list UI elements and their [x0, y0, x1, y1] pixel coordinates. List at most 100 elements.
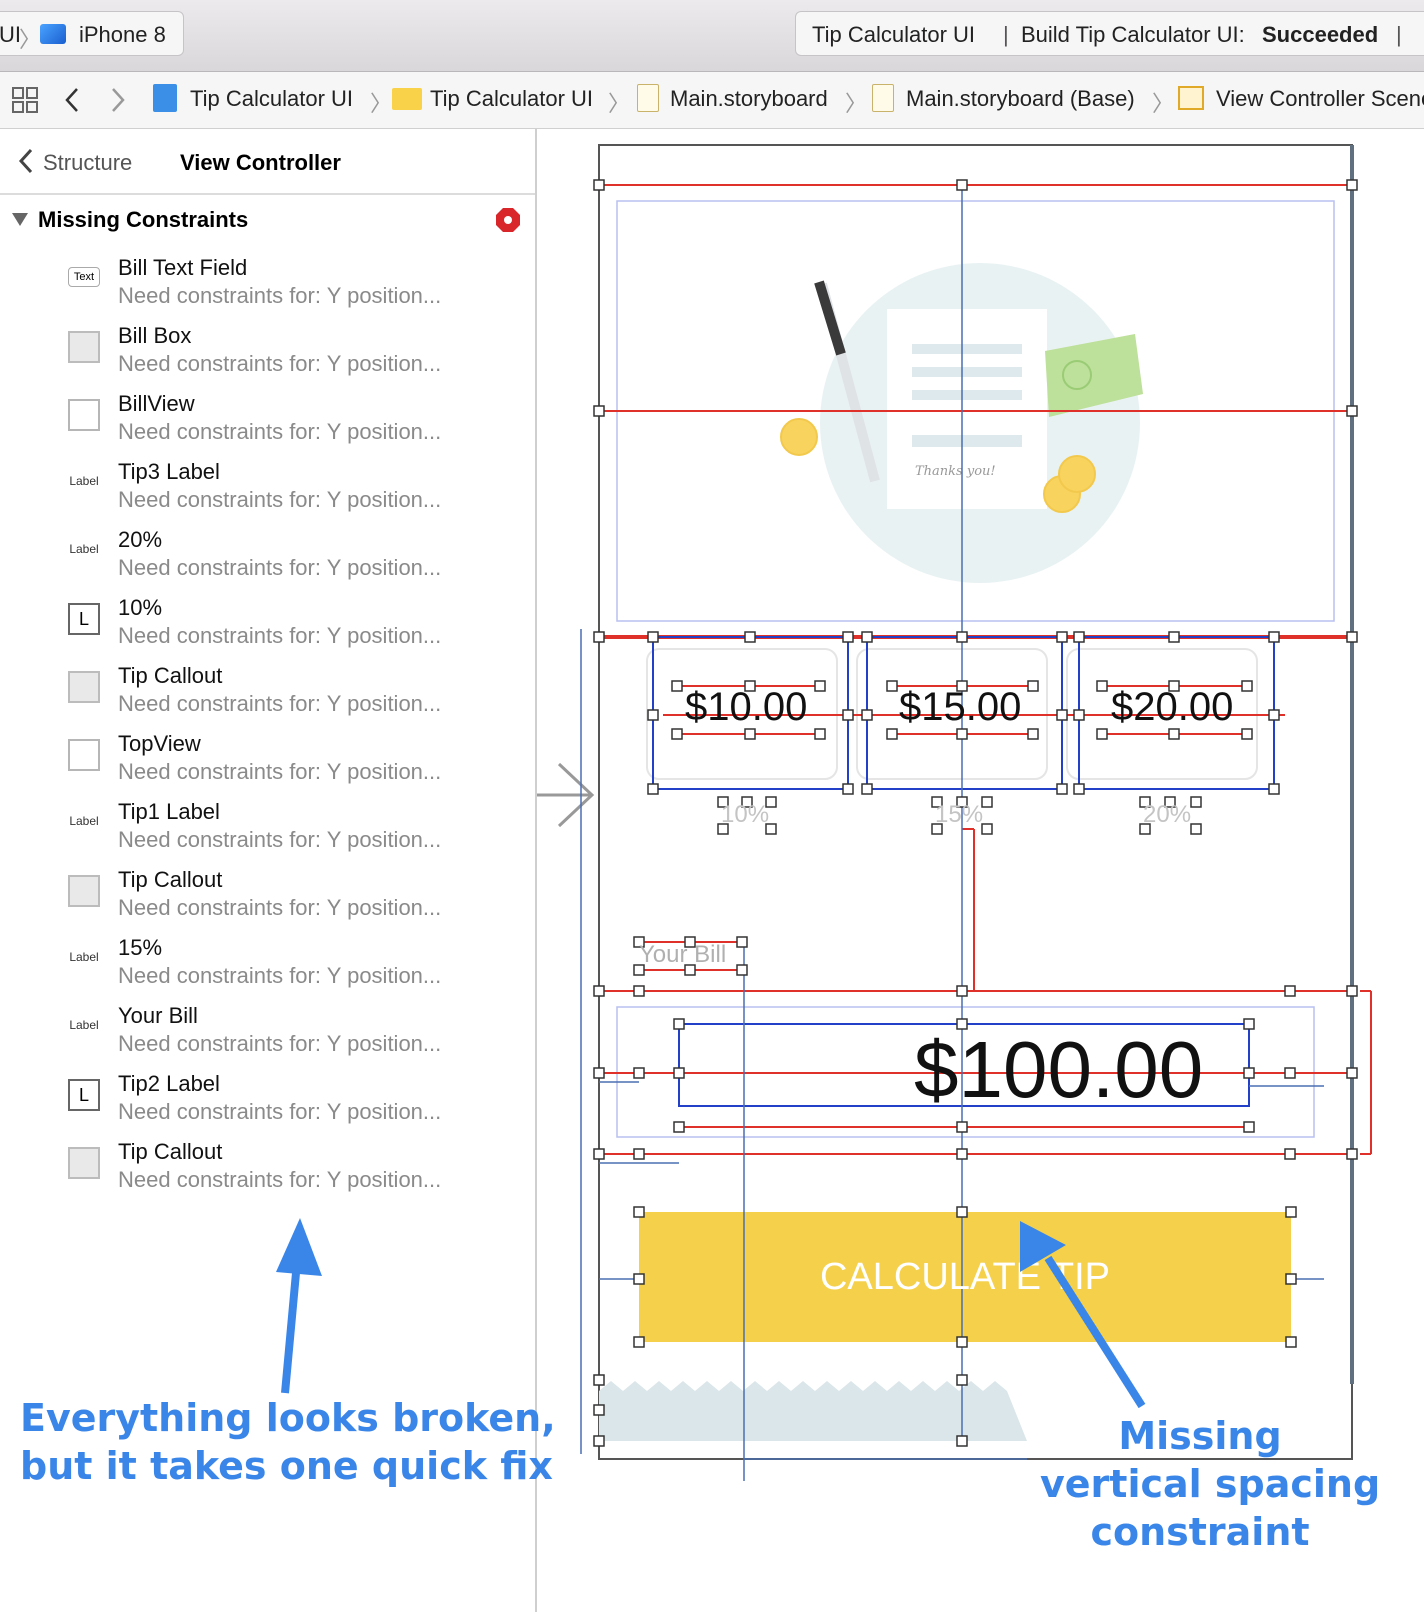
jumpbar-item-project[interactable]: Tip Calculator UI: [190, 86, 353, 112]
coin-icon: [780, 418, 818, 456]
chevron-right-icon: 〉: [1152, 91, 1175, 116]
back-arrow-icon[interactable]: [62, 86, 82, 114]
percent-10-label[interactable]: 10%: [721, 801, 769, 829]
receipt-paper-icon: [887, 309, 1047, 509]
receipt-thanks-note: Thanks you!: [915, 464, 996, 479]
receipt-line: [912, 435, 1022, 447]
tip1-label[interactable]: $10.00: [685, 685, 807, 730]
issue-item-title[interactable]: Your Bill: [118, 1003, 198, 1029]
receipt-edge: [599, 1381, 1027, 1441]
issue-item-title[interactable]: BillView: [118, 391, 195, 417]
image-view-icon: [68, 1147, 100, 1179]
issue-item-title[interactable]: Tip Callout: [118, 663, 222, 689]
label-icon: Label: [69, 542, 99, 556]
activity-viewer: Tip Calculator UI | Build Tip Calculator…: [795, 11, 1424, 56]
jumpbar-item-storyboard[interactable]: Main.storyboard: [670, 86, 828, 112]
label-l-icon: L: [68, 1079, 100, 1111]
error-stop-icon: [496, 208, 520, 232]
storyboard-drawing: Thanks you!: [537, 144, 1372, 1481]
issue-item-subtitle: Need constraints for: Y position...: [118, 691, 442, 716]
tip2-label[interactable]: $15.00: [899, 685, 1021, 730]
issue-item-subtitle: Need constraints for: Y position...: [118, 555, 442, 580]
structure-back-button[interactable]: Structure: [43, 150, 132, 176]
window-toolbar: UI 〉 iPhone 8 Tip Calculator UI | Build …: [0, 0, 1424, 72]
receipt-line: [912, 390, 1022, 400]
disclosure-triangle-icon[interactable]: [11, 211, 29, 227]
receipt-line: [912, 344, 1022, 354]
device-icon: [40, 24, 66, 44]
chevron-right-icon: 〉: [845, 91, 868, 116]
status-divider: |: [1003, 22, 1009, 47]
hint-right-line1: Missing: [1118, 1414, 1282, 1458]
bill-text-field[interactable]: $100.00: [914, 1024, 1203, 1116]
missing-constraints-heading: Missing Constraints: [38, 207, 249, 232]
jumpbar-item-group[interactable]: Tip Calculator UI: [430, 86, 593, 112]
chevron-left-icon[interactable]: [16, 147, 36, 175]
label-icon: Label: [69, 814, 99, 828]
percent-20-label[interactable]: 20%: [1143, 801, 1191, 829]
view-icon: [68, 399, 100, 431]
view-icon: [68, 739, 100, 771]
hint-right-line3: constraint: [1090, 1510, 1310, 1554]
calculate-tip-button[interactable]: CALCULATE TIP: [639, 1212, 1291, 1342]
folder-icon: [392, 88, 422, 110]
issue-item-title[interactable]: Tip3 Label: [118, 459, 220, 485]
issue-item-subtitle: Need constraints for: Y position...: [118, 1167, 442, 1192]
chevron-right-icon: 〉: [19, 27, 42, 52]
issue-item-title[interactable]: 10%: [118, 595, 162, 621]
image-view-icon: [68, 875, 100, 907]
project-icon: [153, 84, 177, 112]
issue-item-subtitle: Need constraints for: Y position...: [118, 623, 442, 648]
issue-item-title[interactable]: Tip Callout: [118, 1139, 222, 1165]
pen-tip: [814, 280, 846, 356]
forward-arrow-icon[interactable]: [108, 86, 128, 114]
issue-item-title[interactable]: Tip2 Label: [118, 1071, 220, 1097]
hint-left-line1: Everything looks broken,: [20, 1396, 556, 1440]
issue-item-subtitle: Need constraints for: Y position...: [118, 963, 442, 988]
chevron-right-icon: 〉: [370, 91, 393, 116]
percent-15-label[interactable]: 15%: [935, 801, 983, 829]
issue-item-title[interactable]: Bill Text Field: [118, 255, 247, 281]
your-bill-label[interactable]: Your Bill: [639, 941, 726, 969]
tip3-label[interactable]: $20.00: [1111, 685, 1233, 730]
status-divider: |: [1396, 22, 1402, 47]
issue-item-subtitle: Need constraints for: Y position...: [118, 419, 442, 444]
hint-left-line2: but it takes one quick fix: [20, 1444, 553, 1488]
image-view-icon: [68, 331, 100, 363]
scheme-selector[interactable]: UI 〉 iPhone 8: [0, 11, 184, 56]
issues-panel-header: Structure View Controller: [0, 129, 535, 195]
panel-title: View Controller: [180, 150, 341, 175]
issue-item-title[interactable]: Tip Callout: [118, 867, 222, 893]
storyboard-canvas: Thanks you! $10.00 $15.00 $20.00 10% 15%…: [537, 129, 1424, 1612]
issue-item-subtitle: Need constraints for: Y position...: [118, 895, 442, 920]
label-icon: Label: [69, 474, 99, 488]
status-build-prefix: Build Tip Calculator UI:: [1021, 22, 1245, 47]
issue-item-title[interactable]: TopView: [118, 731, 201, 757]
label-l-icon: L: [68, 603, 100, 635]
issue-item-subtitle: Need constraints for: Y position...: [118, 1099, 442, 1124]
jump-bar: Tip Calculator UI 〉 Tip Calculator UI 〉 …: [0, 72, 1424, 129]
status-build-result: Succeeded: [1262, 22, 1379, 47]
scene-icon: [1178, 86, 1204, 110]
hint-right-line2: vertical spacing: [1040, 1462, 1381, 1506]
storyboard-file-icon: [637, 84, 659, 112]
text-field-icon: Text: [68, 267, 100, 287]
jumpbar-item-storyboard-base[interactable]: Main.storyboard (Base): [906, 86, 1135, 112]
issue-item-subtitle: Need constraints for: Y position...: [118, 351, 442, 376]
chevron-right-icon: 〉: [608, 91, 631, 116]
issue-item-title[interactable]: Tip1 Label: [118, 799, 220, 825]
issue-item-title[interactable]: 20%: [118, 527, 162, 553]
issue-item-subtitle: Need constraints for: Y position...: [118, 1031, 442, 1056]
issue-item-subtitle: Need constraints for: Y position...: [118, 827, 442, 852]
coin-icon: [1058, 455, 1096, 493]
label-icon: Label: [69, 950, 99, 964]
issue-item-title[interactable]: Bill Box: [118, 323, 191, 349]
jumpbar-item-scene[interactable]: View Controller Scene: [1216, 86, 1424, 112]
issue-item-subtitle: Need constraints for: Y position...: [118, 487, 442, 512]
issues-panel: Structure View Controller Missing Constr…: [0, 129, 537, 1612]
issue-item-subtitle: Need constraints for: Y position...: [118, 283, 442, 308]
scheme-name: UI: [0, 22, 21, 47]
issue-item-title[interactable]: 15%: [118, 935, 162, 961]
related-items-icon[interactable]: [11, 86, 39, 114]
image-view-icon: [68, 671, 100, 703]
